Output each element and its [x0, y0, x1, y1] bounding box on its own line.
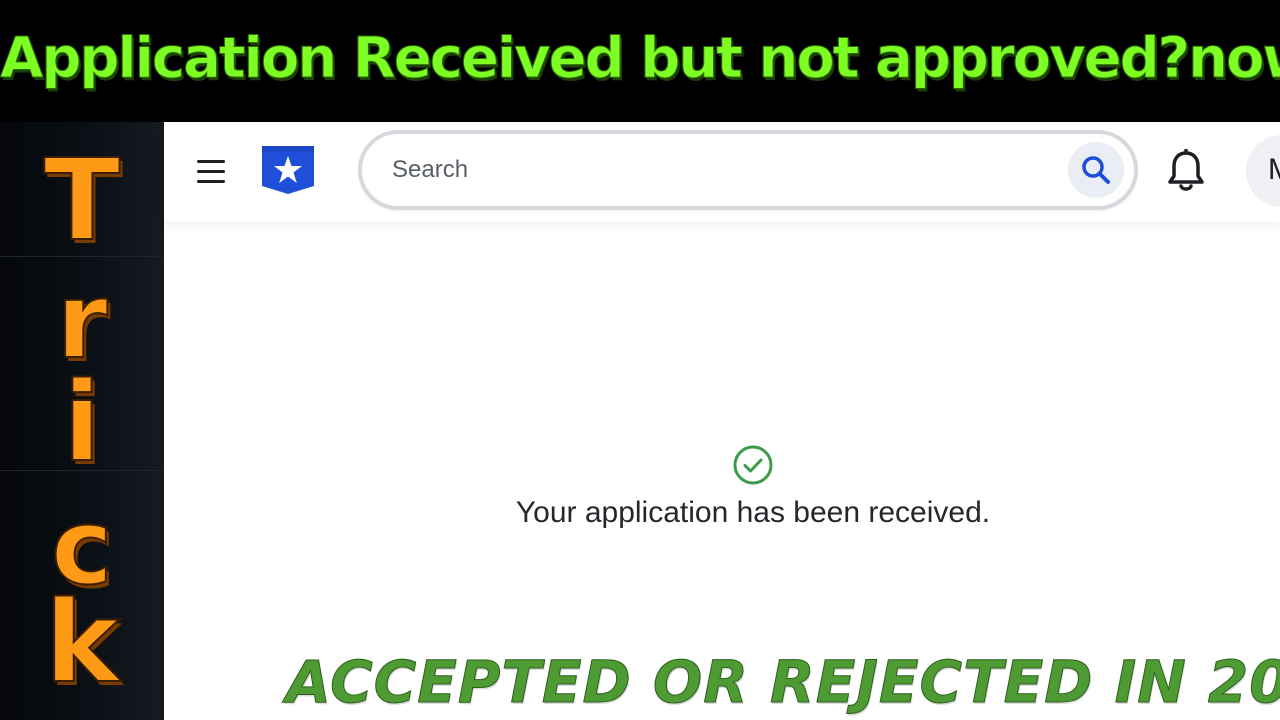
trick-letter-i: i — [62, 357, 102, 487]
trick-letter-t: T — [43, 135, 121, 267]
search-input[interactable] — [392, 146, 1052, 194]
banner-title: Application Received but not approved?no… — [0, 26, 1280, 92]
trick-letter-k: k — [44, 577, 120, 709]
search-icon — [1082, 156, 1110, 184]
bottom-overlay-title: ACCEPTED OR REJECTED IN 2023 — [286, 648, 1280, 717]
avatar-initial: M — [1268, 153, 1280, 187]
star-shield-logo-icon[interactable] — [260, 142, 316, 198]
main-content: Your application has been received. — [164, 222, 1280, 720]
top-banner: Application Received but not approved?no… — [0, 0, 1280, 122]
site-header: M — [164, 122, 1280, 222]
status-message: Your application has been received. — [515, 496, 991, 529]
thumbnail-stage: Application Received but not approved?no… — [0, 0, 1280, 720]
check-circle-icon — [733, 445, 773, 485]
left-strip: T r i c k — [0, 122, 164, 720]
hamburger-menu-icon[interactable] — [195, 156, 227, 186]
user-avatar[interactable]: M — [1246, 135, 1280, 207]
bell-icon[interactable] — [1166, 148, 1206, 193]
web-page: M Your application has been received. — [164, 122, 1280, 720]
search-button[interactable] — [1068, 142, 1124, 198]
search-bar — [358, 130, 1138, 210]
